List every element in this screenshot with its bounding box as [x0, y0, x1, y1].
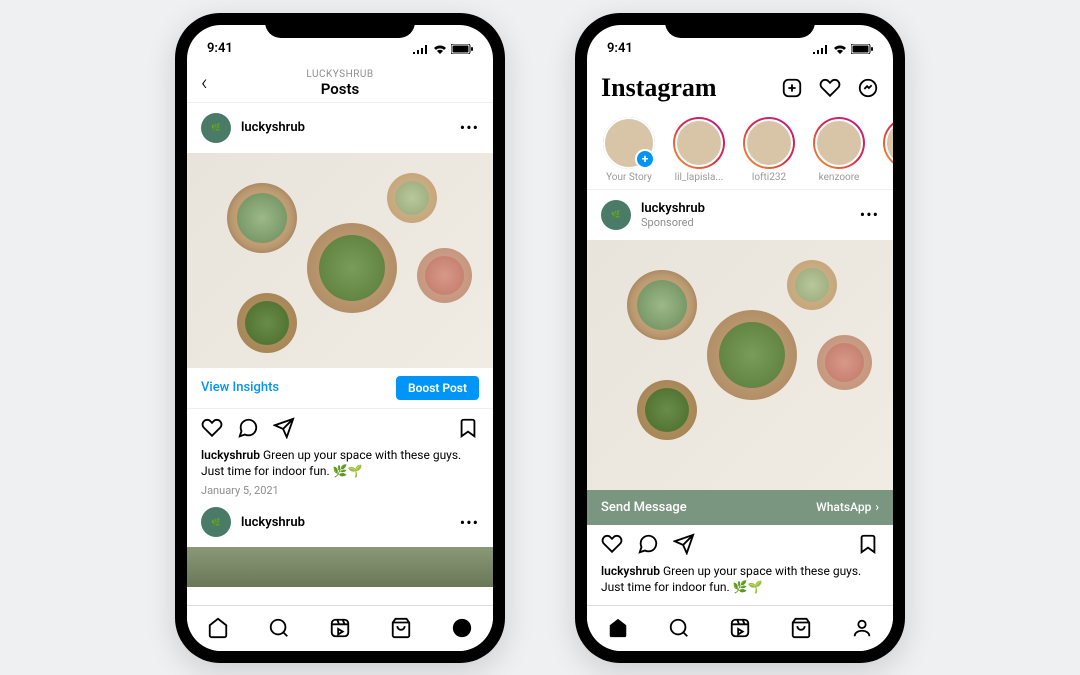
post-actions — [187, 409, 493, 447]
boost-row: View Insights Boost Post — [187, 368, 493, 409]
story-ring — [603, 117, 655, 169]
avatar[interactable]: 🌿 — [201, 507, 231, 537]
story-item[interactable]: lofti232 — [741, 117, 797, 183]
post-image[interactable] — [587, 240, 893, 490]
profile-tab[interactable] — [851, 617, 873, 639]
tab-bar — [187, 605, 493, 651]
notch — [665, 13, 815, 38]
phone-right: 9:41 Instagram Your Storylil_lapisla...l… — [575, 13, 905, 663]
story-avatar — [745, 119, 793, 167]
status-icons — [413, 44, 473, 54]
post-more-button[interactable]: ••• — [460, 513, 479, 532]
post-username[interactable]: luckyshrub — [241, 120, 450, 135]
reels-tab[interactable] — [729, 617, 751, 639]
post-more-button[interactable]: ••• — [460, 118, 479, 137]
post-caption: luckyshrub Green up your space with thes… — [187, 447, 493, 485]
status-time: 9:41 — [607, 41, 633, 56]
status-icons — [813, 44, 873, 54]
like-icon[interactable] — [601, 533, 623, 555]
wifi-icon — [833, 44, 847, 54]
home-tab[interactable] — [607, 617, 629, 639]
post-more-button[interactable]: ••• — [860, 205, 879, 224]
avatar[interactable]: 🌿 — [601, 200, 631, 230]
screen-left: 9:41 ‹ LUCKYSHRUB Posts 🌿 luckyshrub •••… — [187, 25, 493, 651]
post-image[interactable] — [187, 153, 493, 368]
stories-tray[interactable]: Your Story lil_lapisla... lofti232 kenzoore… — [587, 111, 893, 190]
story-item[interactable]: lil_lapisla... — [671, 117, 727, 183]
story-item[interactable]: kenzoore — [811, 117, 867, 183]
signal-icon — [413, 44, 429, 54]
notch — [265, 13, 415, 38]
boost-post-button[interactable]: Boost Post — [396, 376, 479, 400]
share-icon[interactable] — [673, 533, 695, 555]
comment-icon[interactable] — [237, 417, 259, 439]
header-title: Posts — [306, 80, 373, 98]
story-ring — [743, 117, 795, 169]
story-ring — [813, 117, 865, 169]
story-name: kenzoore — [819, 172, 860, 183]
battery-icon — [851, 44, 873, 54]
story-item[interactable]: sap — [881, 117, 893, 183]
story-avatar — [603, 117, 655, 169]
share-icon[interactable] — [273, 417, 295, 439]
wifi-icon — [433, 44, 447, 54]
comment-icon[interactable] — [637, 533, 659, 555]
save-icon[interactable] — [457, 417, 479, 439]
shop-tab[interactable] — [790, 617, 812, 639]
post-username[interactable]: luckyshrub — [241, 515, 450, 530]
cta-platform: WhatsApp — [816, 500, 871, 514]
battery-icon — [451, 44, 473, 54]
tab-bar — [587, 605, 893, 651]
reels-tab[interactable] — [329, 617, 351, 639]
search-tab[interactable] — [668, 617, 690, 639]
activity-icon[interactable] — [819, 77, 841, 99]
status-time: 9:41 — [207, 41, 233, 56]
cta-label: Send Message — [601, 500, 687, 515]
story-name: Your Story — [606, 172, 652, 183]
messenger-icon[interactable] — [857, 77, 879, 99]
story-avatar — [885, 119, 893, 167]
save-icon[interactable] — [857, 533, 879, 555]
cta-bar[interactable]: Send Message WhatsApp › — [587, 490, 893, 525]
story-ring — [883, 117, 893, 169]
search-tab[interactable] — [268, 617, 290, 639]
phone-left: 9:41 ‹ LUCKYSHRUB Posts 🌿 luckyshrub •••… — [175, 13, 505, 663]
profile-tab[interactable] — [451, 617, 473, 639]
instagram-logo[interactable]: Instagram — [601, 73, 717, 103]
post-header: 🌿 luckyshrub Sponsored ••• — [587, 190, 893, 240]
header-brand: LUCKYSHRUB — [306, 69, 373, 80]
sponsored-label: Sponsored — [641, 216, 850, 229]
chevron-right-icon: › — [875, 500, 879, 514]
signal-icon — [813, 44, 829, 54]
like-icon[interactable] — [201, 417, 223, 439]
post-actions — [587, 525, 893, 563]
post-caption: luckyshrub Green up your space with thes… — [587, 563, 893, 601]
view-insights-link[interactable]: View Insights — [201, 380, 279, 395]
story-ring — [673, 117, 725, 169]
screen-right: 9:41 Instagram Your Storylil_lapisla...l… — [587, 25, 893, 651]
post-header: 🌿 luckyshrub ••• — [187, 103, 493, 153]
story-name: lofti232 — [752, 172, 786, 183]
story-name: lil_lapisla... — [675, 172, 724, 183]
post-date: January 5, 2021 — [187, 484, 493, 497]
post-username[interactable]: luckyshrub — [641, 201, 850, 216]
header: ‹ LUCKYSHRUB Posts — [187, 65, 493, 103]
create-icon[interactable] — [781, 77, 803, 99]
post2-image[interactable] — [187, 547, 493, 587]
story-avatar — [675, 119, 723, 167]
post2-header: 🌿 luckyshrub ••• — [187, 497, 493, 547]
story-item[interactable]: Your Story — [601, 117, 657, 183]
story-avatar — [815, 119, 863, 167]
home-tab[interactable] — [207, 617, 229, 639]
back-button[interactable]: ‹ — [201, 71, 208, 96]
avatar[interactable]: 🌿 — [201, 113, 231, 143]
shop-tab[interactable] — [390, 617, 412, 639]
header: Instagram — [587, 65, 893, 111]
